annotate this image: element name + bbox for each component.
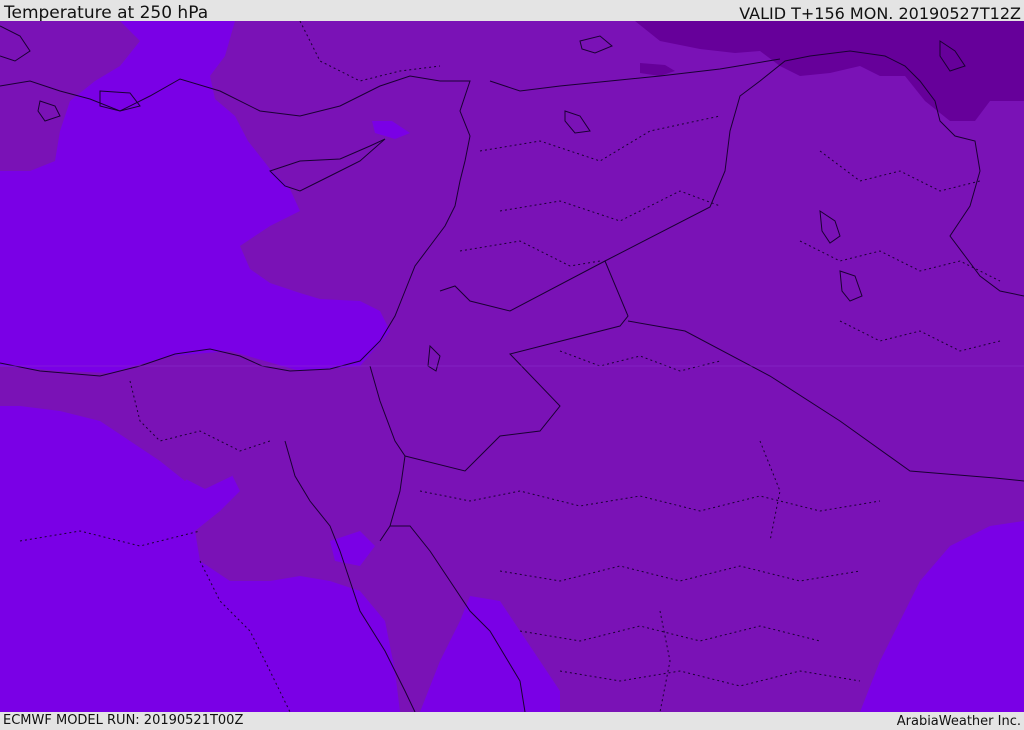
header-bar: Temperature at 250 hPa VALID T+156 MON. … xyxy=(0,0,1024,23)
map-canvas xyxy=(0,21,1024,712)
credit-label: ArabiaWeather Inc. xyxy=(896,714,1021,729)
model-run-label: ECMWF MODEL RUN: 20190521T00Z xyxy=(3,713,244,728)
footer-bar: ECMWF MODEL RUN: 20190521T00Z ArabiaWeat… xyxy=(0,712,1024,729)
temperature-map[interactable] xyxy=(0,21,1024,712)
map-title: Temperature at 250 hPa xyxy=(4,3,209,23)
